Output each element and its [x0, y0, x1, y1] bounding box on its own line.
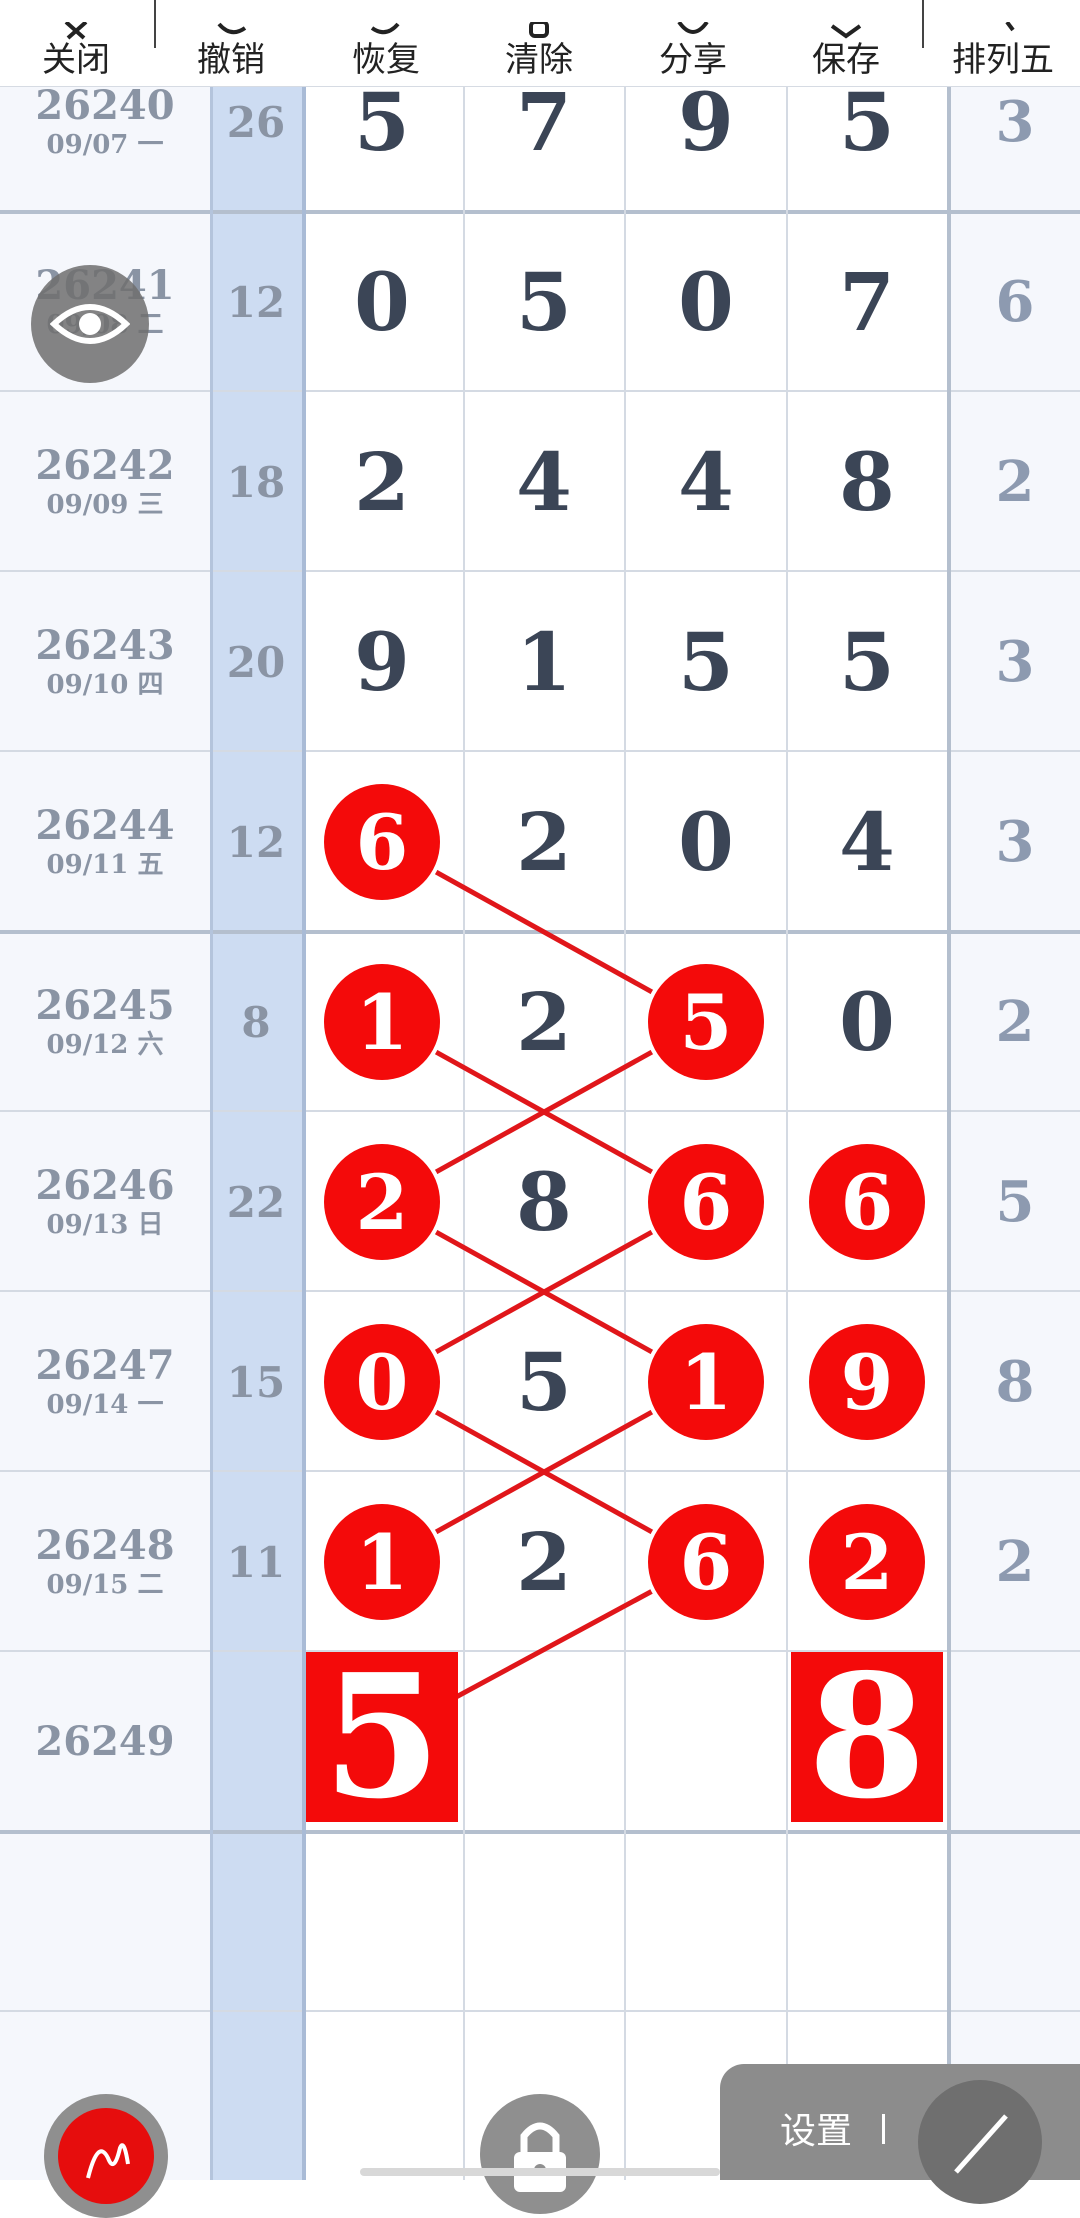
circled-digit[interactable]: 2 [809, 1504, 925, 1620]
lottery-type-label: 排列五 [952, 40, 1054, 80]
redo-label: 恢复 [352, 40, 420, 80]
eye-icon [50, 304, 130, 344]
predicted-digit-box[interactable]: 8 [791, 1637, 943, 1837]
circled-digit[interactable]: 0 [324, 1324, 440, 1440]
circled-digit[interactable]: 6 [648, 1144, 764, 1260]
undo-button[interactable]: 撤销 [170, 0, 292, 86]
close-label: 关闭 [42, 40, 110, 80]
predicted-digit-box[interactable]: 5 [306, 1637, 458, 1837]
save-icon [826, 22, 866, 40]
circled-digit[interactable]: 6 [648, 1504, 764, 1620]
save-button[interactable]: 保存 [785, 0, 907, 86]
lock-button[interactable] [480, 2094, 600, 2214]
share-icon [673, 22, 713, 40]
circled-digit[interactable]: 6 [324, 784, 440, 900]
circled-digit[interactable]: 1 [324, 1504, 440, 1620]
eye-toggle-button[interactable] [31, 265, 149, 383]
redo-icon [366, 22, 406, 40]
settings-panel: 设置 [720, 2064, 1080, 2204]
save-label: 保存 [812, 40, 880, 80]
settings-divider [882, 2114, 885, 2144]
circled-digit[interactable]: 6 [809, 1144, 925, 1260]
close-button[interactable]: 关闭 [15, 0, 137, 86]
circled-digit[interactable]: 1 [324, 964, 440, 1080]
clear-button[interactable]: 清除 [478, 0, 600, 86]
draw-line-button[interactable] [918, 2080, 1042, 2204]
toolbar-divider [154, 0, 156, 48]
circled-digit[interactable]: 9 [809, 1324, 925, 1440]
clear-icon [519, 22, 559, 40]
circled-digit[interactable]: 2 [324, 1144, 440, 1260]
trend-lines [380, 839, 708, 1740]
pen-tool-button[interactable] [44, 2094, 168, 2218]
lottery-type-selector[interactable]: 排列五 [938, 0, 1068, 86]
share-button[interactable]: 分享 [632, 0, 754, 86]
circled-digit[interactable]: 1 [648, 1324, 764, 1440]
pencil-line-icon [954, 2114, 1008, 2174]
lock-icon [514, 2122, 566, 2192]
toolbar-divider [922, 0, 924, 48]
settings-button[interactable]: 设置 [780, 2102, 852, 2154]
toolbar: 关闭 撤销 恢复 清除 分享 保存 排列五 [0, 0, 1080, 87]
circled-digit[interactable]: 5 [648, 964, 764, 1080]
chevron-down-icon [983, 22, 1023, 40]
undo-icon [211, 22, 251, 40]
lottery-chart-grid[interactable]: 2624009/07 一26579532624109/08 二120507626… [0, 75, 1080, 2180]
home-indicator[interactable] [360, 2168, 720, 2176]
pen-icon [86, 2143, 130, 2179]
redo-button[interactable]: 恢复 [325, 0, 447, 86]
undo-label: 撤销 [197, 40, 265, 80]
share-label: 分享 [659, 40, 727, 80]
close-icon [56, 22, 96, 40]
pen-tool-fill [58, 2108, 154, 2204]
clear-label: 清除 [505, 40, 573, 80]
